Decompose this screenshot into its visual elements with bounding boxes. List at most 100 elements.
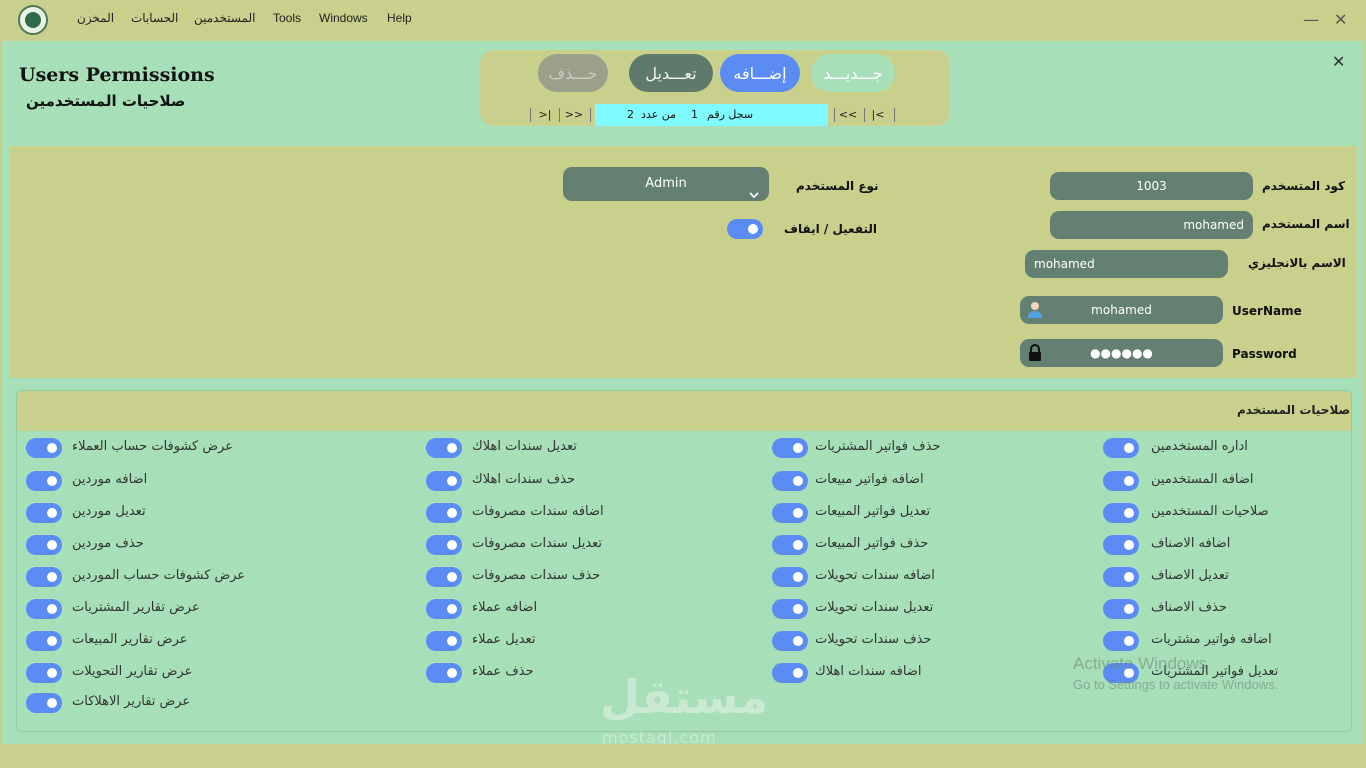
new-button[interactable]: جـــديـــد bbox=[811, 54, 895, 92]
permission-toggle[interactable] bbox=[1103, 471, 1139, 491]
minimize-button[interactable]: — bbox=[1303, 10, 1319, 29]
page-title-ar: صلاحيات المستخدمين bbox=[26, 92, 186, 110]
record-info: 2 من عدد 1 سجل رقم bbox=[595, 104, 828, 126]
permission-toggle[interactable] bbox=[1103, 631, 1139, 651]
permission-toggle[interactable] bbox=[426, 471, 462, 491]
menu-accounts[interactable]: الحسابات bbox=[131, 11, 178, 25]
english-name-field[interactable]: mohamed bbox=[1025, 250, 1228, 278]
permission-label: عرض تقارير المبيعات bbox=[72, 632, 188, 647]
permission-label: صلاحيات المستخدمين bbox=[1151, 504, 1269, 519]
permission-toggle[interactable] bbox=[426, 567, 462, 587]
permission-toggle[interactable] bbox=[26, 503, 62, 523]
permission-toggle[interactable] bbox=[772, 599, 808, 619]
form-close-button[interactable]: ✕ bbox=[1332, 52, 1345, 71]
permission-toggle[interactable] bbox=[26, 599, 62, 619]
permission-label: اضافه الاصناف bbox=[1151, 536, 1231, 551]
permission-toggle[interactable] bbox=[26, 663, 62, 683]
permission-toggle[interactable] bbox=[426, 631, 462, 651]
window-close-button[interactable]: ✕ bbox=[1334, 10, 1347, 29]
add-button[interactable]: إضـــافه bbox=[720, 54, 800, 92]
edit-button[interactable]: تعـــديل bbox=[629, 54, 713, 92]
nav-last-button[interactable]: >| bbox=[534, 104, 556, 126]
permission-toggle[interactable] bbox=[426, 599, 462, 619]
activate-windows-title: Activate Windows bbox=[1073, 654, 1208, 673]
permission-toggle[interactable] bbox=[26, 535, 62, 555]
permission-toggle[interactable] bbox=[772, 631, 808, 651]
permission-label: حذف سندات مصروفات bbox=[472, 568, 601, 583]
menu-windows[interactable]: Windows bbox=[319, 11, 368, 25]
permission-label: اضافه عملاء bbox=[472, 600, 538, 615]
permission-toggle[interactable] bbox=[26, 631, 62, 651]
permission-label: تعديل سندات اهلاك bbox=[472, 439, 577, 454]
permission-toggle[interactable] bbox=[426, 535, 462, 555]
permission-label: اداره المستخدمين bbox=[1151, 439, 1248, 454]
permission-toggle[interactable] bbox=[26, 693, 62, 713]
app-logo-icon bbox=[18, 5, 48, 35]
activation-toggle[interactable] bbox=[727, 219, 763, 239]
english-name-label: الاسم بالانجليزي bbox=[1248, 256, 1346, 270]
permission-label: عرض تقارير التحويلات bbox=[72, 664, 193, 679]
password-value: ●●●●●● bbox=[1090, 346, 1153, 360]
menu-help[interactable]: Help bbox=[387, 11, 412, 25]
user-code-value: 1003 bbox=[1136, 179, 1167, 193]
permission-toggle[interactable] bbox=[426, 438, 462, 458]
permission-label: اضافه فواتير مبيعات bbox=[815, 472, 924, 487]
nav-next-button[interactable]: >> bbox=[562, 104, 586, 126]
permissions-header bbox=[17, 391, 1351, 431]
password-field[interactable]: ●●●●●● bbox=[1020, 339, 1223, 367]
user-code-label: كود المتسخدم bbox=[1262, 179, 1345, 193]
permission-toggle[interactable] bbox=[26, 471, 62, 491]
permission-label: حذف فواتير المشتريات bbox=[815, 439, 941, 454]
permission-label: حذف الاصناف bbox=[1151, 600, 1227, 615]
user-type-value: Admin bbox=[645, 176, 687, 191]
permission-toggle[interactable] bbox=[26, 567, 62, 587]
menu-tools[interactable]: Tools bbox=[273, 11, 301, 25]
permission-toggle[interactable] bbox=[772, 567, 808, 587]
permission-toggle[interactable] bbox=[426, 503, 462, 523]
status-bar bbox=[0, 744, 1366, 768]
nav-first-button[interactable]: |< bbox=[867, 104, 889, 126]
permissions-title: صلاحيات المستخدم bbox=[1237, 403, 1351, 417]
permission-toggle[interactable] bbox=[772, 535, 808, 555]
permission-label: اضافه موردين bbox=[72, 472, 148, 487]
permission-label: تعديل الاصناف bbox=[1151, 568, 1229, 583]
permission-label: عرض كشوفات حساب العملاء bbox=[72, 439, 234, 454]
permission-toggle[interactable] bbox=[772, 503, 808, 523]
permission-toggle[interactable] bbox=[1103, 535, 1139, 555]
user-type-label: نوع المستخدم bbox=[796, 179, 879, 193]
chevron-down-icon bbox=[749, 180, 759, 199]
username-value: mohamed bbox=[1091, 303, 1152, 317]
permission-toggle[interactable] bbox=[772, 438, 808, 458]
username-label: UserName bbox=[1232, 304, 1302, 318]
user-code-field[interactable]: 1003 bbox=[1050, 172, 1253, 200]
permission-toggle[interactable] bbox=[1103, 503, 1139, 523]
permission-label: عرض تقارير الاهلاكات bbox=[72, 694, 191, 709]
permission-toggle[interactable] bbox=[1103, 438, 1139, 458]
record-total: 2 bbox=[627, 108, 634, 121]
user-name-value: mohamed bbox=[1183, 218, 1244, 232]
permission-label: حذف موردين bbox=[72, 536, 144, 551]
user-type-select[interactable]: Admin bbox=[563, 167, 769, 201]
permission-toggle[interactable] bbox=[1103, 567, 1139, 587]
nav-prev-button[interactable]: << bbox=[836, 104, 860, 126]
permission-label: حذف سندات اهلاك bbox=[472, 472, 576, 487]
record-label: سجل رقم bbox=[707, 108, 754, 121]
english-name-value: mohamed bbox=[1034, 257, 1095, 271]
menu-store[interactable]: المخزن bbox=[77, 11, 114, 25]
permission-toggle[interactable] bbox=[772, 471, 808, 491]
user-name-field[interactable]: mohamed bbox=[1050, 211, 1253, 239]
permission-toggle[interactable] bbox=[772, 663, 808, 683]
permission-label: حذف سندات تحويلات bbox=[815, 632, 932, 647]
username-field[interactable]: mohamed bbox=[1020, 296, 1223, 324]
permission-toggle[interactable] bbox=[1103, 599, 1139, 619]
delete-button[interactable]: حـــذف bbox=[538, 54, 608, 92]
permission-label: عرض كشوفات حساب الموردين bbox=[72, 568, 246, 583]
permission-toggle[interactable] bbox=[426, 663, 462, 683]
activation-label: التفعيل / ايقاف bbox=[784, 222, 877, 236]
permission-label: تعديل موردين bbox=[72, 504, 146, 519]
permission-label: اضافه المستخدمين bbox=[1151, 472, 1254, 487]
permission-toggle[interactable] bbox=[26, 438, 62, 458]
permission-label: اضافه سندات اهلاك bbox=[815, 664, 922, 679]
menu-users[interactable]: المستخدمين bbox=[194, 11, 255, 25]
permission-label: اضافه فواتير مشتريات bbox=[1151, 632, 1272, 647]
